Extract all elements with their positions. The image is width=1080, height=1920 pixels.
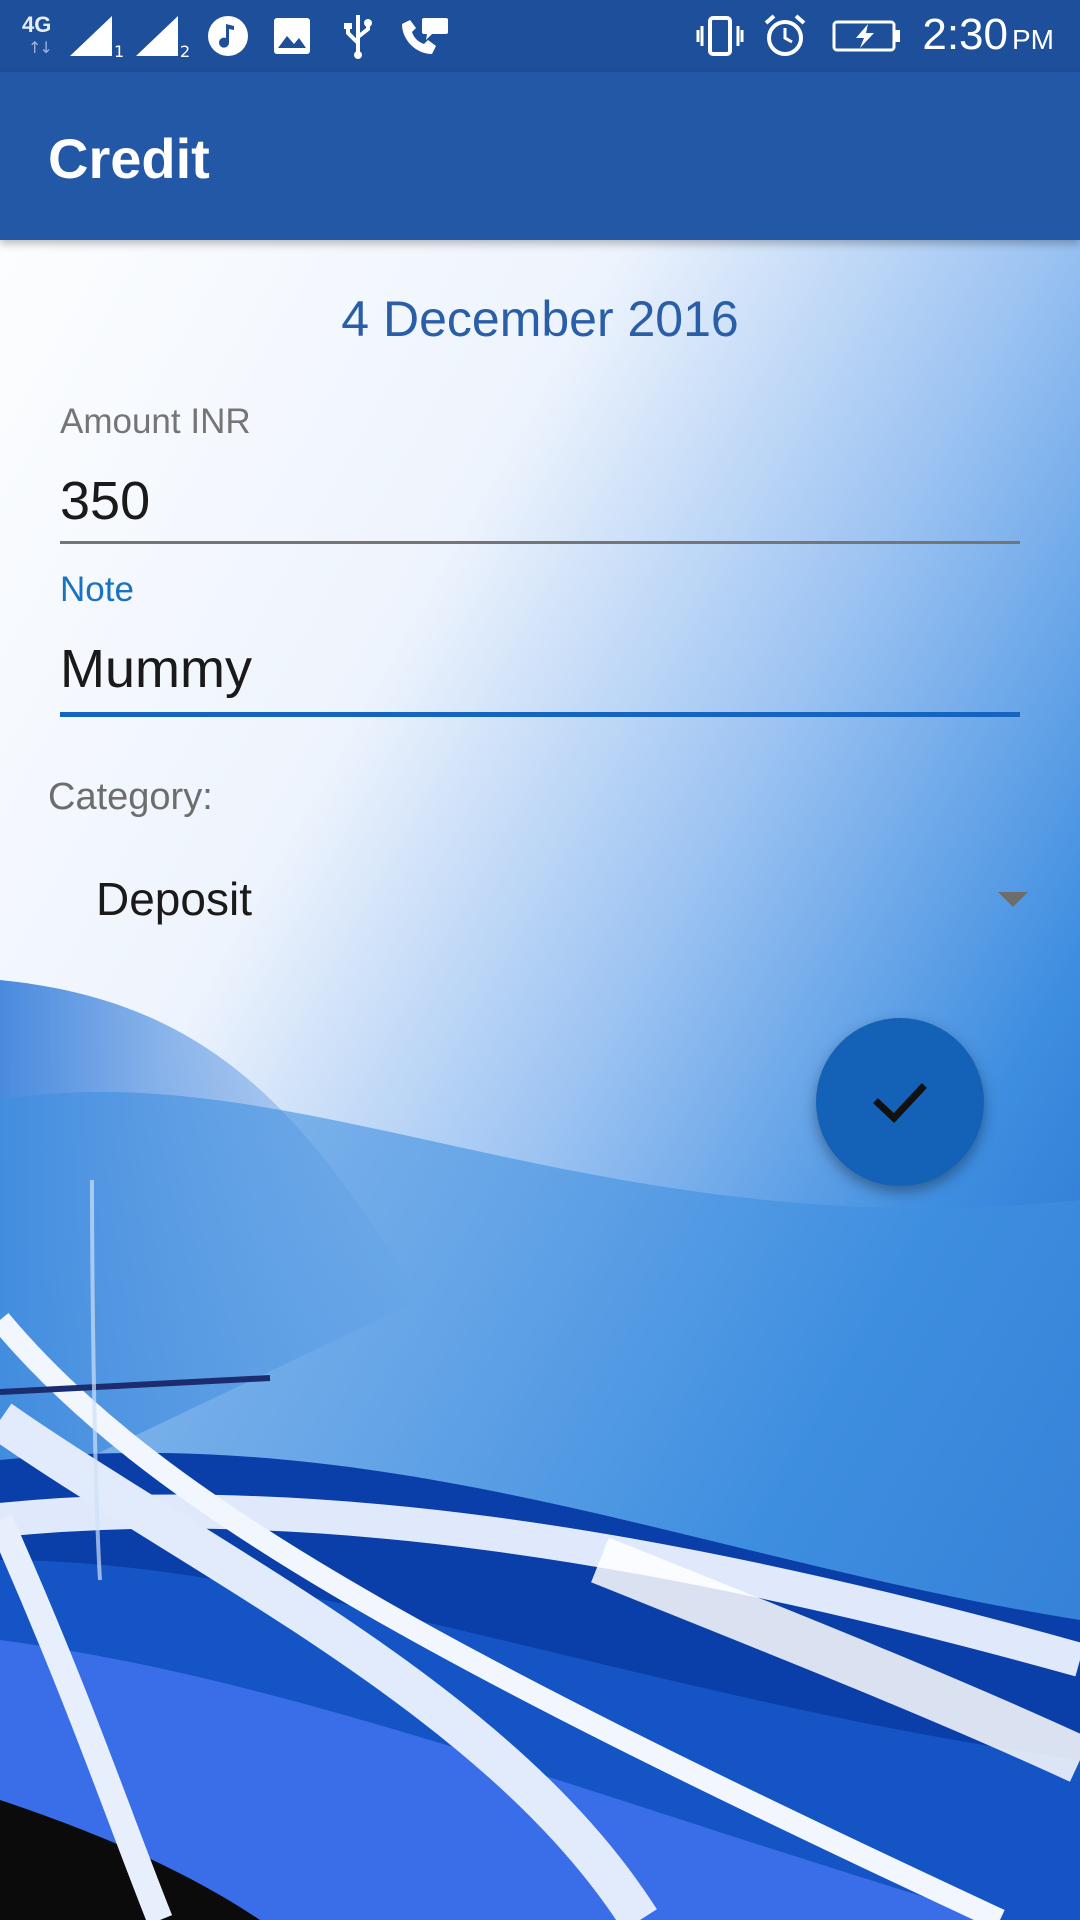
network-type-label: 4G: [22, 12, 52, 37]
amount-field-underline: [60, 541, 1020, 544]
status-time-value: 2:30: [922, 10, 1008, 59]
battery-charging-icon: [832, 14, 902, 58]
date-picker-label[interactable]: 4 December 2016: [0, 290, 1080, 348]
category-dropdown[interactable]: Deposit: [48, 850, 1028, 950]
check-icon: [873, 1083, 927, 1123]
music-icon: [206, 14, 250, 58]
image-icon: [272, 14, 312, 58]
app-bar: Credit: [0, 72, 1080, 240]
status-bar: 4G ↑↓ 1 2 2:30 PM: [0, 0, 1080, 72]
voicemail-icon: [398, 14, 450, 58]
amount-field-label: Amount INR: [60, 402, 251, 441]
note-field-label: Note: [60, 570, 134, 609]
alarm-icon: [762, 14, 808, 58]
vibrate-icon: [696, 14, 744, 58]
note-field-underline: [60, 712, 1020, 717]
category-label: Category:: [48, 776, 213, 818]
note-field[interactable]: Mummy: [60, 638, 252, 700]
sim1-label: 1: [114, 42, 125, 61]
status-time: 2:30 PM: [922, 10, 1054, 60]
sim2-label: 2: [180, 42, 191, 61]
screen: 4G ↑↓ 1 2 2:30 PM Credit 4 December 2016…: [0, 0, 1080, 1920]
save-button[interactable]: [816, 1018, 984, 1186]
amount-field[interactable]: 350: [60, 470, 150, 532]
usb-icon: [340, 14, 376, 59]
signal-sim2-icon: [134, 14, 186, 58]
page-title: Credit: [48, 127, 210, 190]
status-time-ampm: PM: [1012, 24, 1054, 55]
wallpaper-background: [0, 0, 1080, 1920]
data-activity-icon: ↑↓: [28, 38, 53, 57]
signal-sim1-icon: [68, 14, 120, 58]
category-selected-value: Deposit: [96, 873, 252, 925]
dropdown-arrow-icon: [998, 892, 1028, 907]
